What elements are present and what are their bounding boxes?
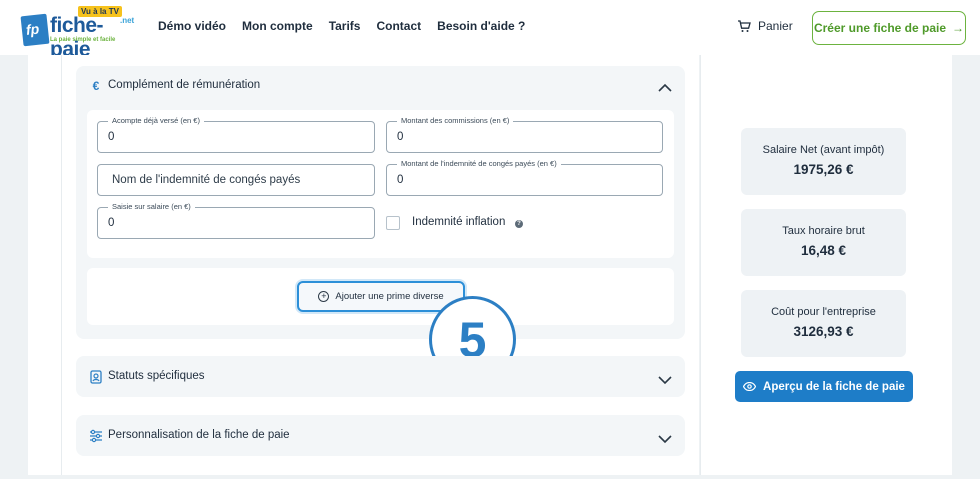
- commissions-field[interactable]: Montant des commissions (en €) 0: [386, 116, 663, 153]
- logo-tagline: La paie simple et facile: [50, 37, 116, 43]
- preview-payslip-label: Aperçu de la fiche de paie: [763, 380, 905, 393]
- indemnite-amount-field[interactable]: Montant de l'indemnité de congés payés (…: [386, 159, 663, 196]
- inflation-checkbox[interactable]: [386, 216, 400, 230]
- acompte-label: Acompte déjà versé (en €): [108, 116, 204, 125]
- main-nav: Démo vidéo Mon compte Tarifs Contact Bes…: [158, 19, 541, 33]
- logo-suffix: .net: [120, 16, 135, 25]
- badge-icon: [90, 370, 102, 384]
- section-complement-title[interactable]: Complément de rémunération: [108, 79, 260, 91]
- section-personnalisation[interactable]: Personnalisation de la fiche de paie: [76, 415, 685, 456]
- panel-divider: [61, 55, 62, 475]
- create-payslip-button[interactable]: Créer une fiche de paie →: [812, 11, 966, 45]
- chevron-down-icon[interactable]: [658, 434, 672, 444]
- cart-icon: [738, 19, 751, 32]
- section-statuts-title: Statuts spécifiques: [108, 370, 205, 382]
- indemnite-name-field[interactable]: Nom de l'indemnité de congés payés: [97, 164, 375, 196]
- eye-icon: [743, 382, 757, 391]
- chevron-down-icon[interactable]: [658, 375, 672, 385]
- section-personnalisation-title: Personnalisation de la fiche de paie: [108, 429, 290, 441]
- net-salary-label: Salaire Net (avant impôt): [762, 144, 885, 156]
- commissions-label: Montant des commissions (en €): [397, 116, 514, 125]
- add-prime-label: Ajouter une prime diverse: [335, 291, 444, 302]
- employer-cost-value: 3126,93 €: [793, 324, 854, 339]
- hourly-rate-value: 16,48 €: [800, 243, 847, 258]
- cart-link[interactable]: Panier: [737, 19, 793, 33]
- chevron-up-icon[interactable]: [658, 83, 672, 93]
- logo-mark: fp: [20, 13, 50, 47]
- tv-badge: Vu à la TV: [78, 6, 122, 17]
- commissions-value: 0: [397, 131, 404, 143]
- top-header: fp fiche-paie Vu à la TV .net La paie si…: [0, 0, 980, 61]
- net-salary-card: Salaire Net (avant impôt) 1975,26 €: [741, 128, 906, 195]
- inflation-label[interactable]: Indemnité inflation: [412, 216, 505, 228]
- indemnite-name-placeholder: Nom de l'indemnité de congés payés: [112, 174, 301, 186]
- saisie-field[interactable]: Saisie sur salaire (en €) 0: [97, 202, 375, 239]
- add-prime-button[interactable]: + Ajouter une prime diverse: [297, 281, 465, 312]
- create-payslip-label: Créer une fiche de paie: [813, 21, 947, 35]
- arrow-right-icon: →: [952, 21, 965, 35]
- preview-payslip-button[interactable]: Aperçu de la fiche de paie: [735, 371, 913, 402]
- hourly-rate-label: Taux horaire brut: [782, 225, 865, 237]
- section-statuts[interactable]: Statuts spécifiques: [76, 356, 685, 397]
- nav-contact[interactable]: Contact: [376, 19, 421, 33]
- help-icon[interactable]: ?: [515, 220, 523, 228]
- hourly-rate-card: Taux horaire brut 16,48 €: [741, 209, 906, 276]
- saisie-value: 0: [108, 217, 115, 229]
- nav-mon-compte[interactable]: Mon compte: [242, 19, 313, 33]
- acompte-value: 0: [108, 131, 115, 143]
- nav-demo-video[interactable]: Démo vidéo: [158, 19, 226, 33]
- employer-cost-label: Coût pour l'entreprise: [771, 306, 876, 318]
- employer-cost-card: Coût pour l'entreprise 3126,93 €: [741, 290, 906, 357]
- cart-label: Panier: [758, 19, 793, 33]
- nav-tarifs[interactable]: Tarifs: [329, 19, 361, 33]
- nav-help[interactable]: Besoin d'aide ?: [437, 19, 525, 33]
- acompte-field[interactable]: Acompte déjà versé (en €) 0: [97, 116, 375, 153]
- sliders-icon: [90, 429, 102, 443]
- euro-icon: €: [92, 79, 100, 93]
- plus-circle-icon: +: [318, 291, 330, 302]
- saisie-label: Saisie sur salaire (en €): [108, 202, 195, 211]
- net-salary-value: 1975,26 €: [793, 162, 854, 177]
- indemnite-amount-value: 0: [397, 174, 404, 186]
- site-logo[interactable]: fp fiche-paie Vu à la TV .net La paie si…: [20, 6, 137, 61]
- indemnite-amount-label: Montant de l'indemnité de congés payés (…: [397, 159, 561, 168]
